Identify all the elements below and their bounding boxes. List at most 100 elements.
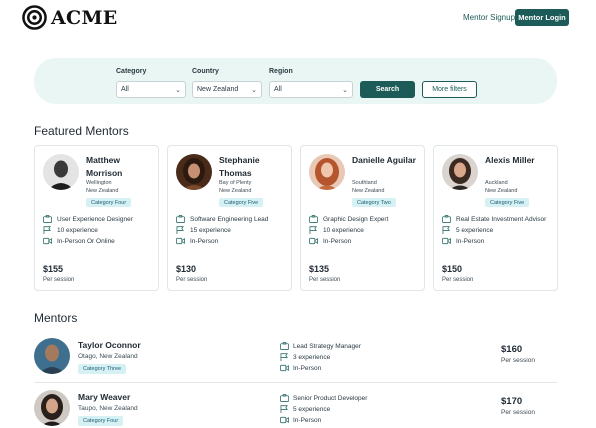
price-unit: Per session [176,277,208,283]
mode-detail: In-Person [309,237,351,245]
country-select[interactable]: New Zealand ⌄ [192,81,262,98]
featured-mentor-card[interactable]: Matthew Morrison Wellington New Zealand … [34,145,159,291]
avatar [309,154,345,190]
avatar [176,154,212,190]
mentor-name: Taylor Oconnor [78,340,141,350]
mode-detail: In-Person [280,416,321,424]
price-unit: Per session [442,277,474,283]
featured-mentor-card[interactable]: Alexis Miller Auckland New Zealand Categ… [433,145,558,291]
mode-detail: In-Person Or Online [43,237,115,245]
chevron-down-icon: ⌄ [175,86,181,94]
category-badge: Category Three [78,364,127,374]
brand-logo[interactable]: ACME [22,5,118,30]
price: $170 [501,396,523,407]
flag-icon [43,226,51,234]
experience-detail: 10 experience [309,226,364,234]
mentor-login-button[interactable]: Mentor Login [515,9,569,26]
category-badge: Category Five [219,198,264,207]
region-select[interactable]: All ⌄ [269,81,353,98]
video-icon [442,237,451,245]
category-label: Category [116,68,147,75]
video-icon [176,237,185,245]
category-badge: Category Two [352,198,396,207]
category-select[interactable]: All ⌄ [116,81,186,98]
country-label: Country [192,68,219,75]
chevron-down-icon: ⌄ [251,86,257,94]
video-icon [280,416,289,424]
region-filter: Region All ⌄ [269,68,353,98]
price: $150 [442,264,463,274]
featured-mentor-card[interactable]: Stephanie Thomas Bay of Plenty New Zeala… [167,145,292,291]
mentor-location: Bay of Plenty New Zealand [219,180,252,194]
avatar [442,154,478,190]
search-button[interactable]: Search [360,81,415,98]
price-unit: Per session [309,277,341,283]
experience-detail: 10 experience [43,226,98,234]
flag-icon [176,226,184,234]
price: $160 [501,344,523,355]
mentor-name: Danielle Aguilar [352,155,416,165]
category-filter: Category All ⌄ [116,68,186,98]
price-unit: Per session [501,409,535,416]
mode-detail: In-Person [176,237,218,245]
featured-mentor-card[interactable]: Danielle Aguilar Southland New Zealand C… [300,145,425,291]
price: $155 [43,264,64,274]
flag-icon [309,226,317,234]
avatar [43,154,79,190]
briefcase-icon [43,215,52,223]
video-icon [43,237,52,245]
briefcase-icon [309,215,318,223]
category-badge: Category Five [485,198,530,207]
more-filters-button[interactable]: More filters [422,81,477,98]
price-unit: Per session [501,357,535,364]
mentor-signup-link[interactable]: Mentor Signup [463,13,515,22]
experience-detail: 5 experience [280,405,330,413]
country-filter: Country New Zealand ⌄ [192,68,262,98]
briefcase-icon [280,394,289,402]
mentors-heading: Mentors [34,311,78,325]
experience-detail: 5 experience [442,226,493,234]
experience-detail: 15 experience [176,226,231,234]
mentor-location: Otago, New Zealand [78,353,138,360]
mode-detail: In-Person [280,364,321,372]
featured-mentors-heading: Featured Mentors [34,124,129,138]
avatar [34,338,70,374]
mentor-location: Wellington New Zealand [86,180,119,194]
role-detail: User Experience Designer [43,215,133,223]
mentor-name: Matthew Morrison [86,155,123,178]
briefcase-icon [176,215,185,223]
video-icon [309,237,318,245]
role-detail: Lead Strategy Manager [280,342,361,350]
briefcase-icon [442,215,451,223]
mentor-location: Southland New Zealand [352,180,385,194]
mentor-location: Taupo, New Zealand [78,405,138,412]
role-detail: Real Estate Investment Advisor [442,215,546,223]
price: $130 [176,264,197,274]
region-value: All [274,86,282,93]
row-divider [34,382,557,383]
role-detail: Software Engineering Lead [176,215,268,223]
mode-detail: In-Person [442,237,484,245]
top-header: ACME Mentor Signup Mentor Login [0,0,596,36]
target-logo-icon [22,5,47,30]
mentor-name: Mary Weaver [78,392,131,402]
category-badge: Category Four [78,416,124,426]
video-icon [280,364,289,372]
mentor-name: Stephanie Thomas [219,155,260,178]
search-filter-panel: Category All ⌄ Country New Zealand ⌄ Reg… [34,58,557,104]
mentor-name: Alexis Miller [485,155,535,165]
briefcase-icon [280,342,289,350]
flag-icon [280,405,288,413]
price: $135 [309,264,330,274]
mentor-location: Auckland New Zealand [485,180,518,194]
flag-icon [280,353,288,361]
experience-detail: 3 experience [280,353,330,361]
chevron-down-icon: ⌄ [342,86,348,94]
mentor-list-row[interactable]: Mary Weaver Taupo, New Zealand Category … [34,390,557,428]
region-label: Region [269,68,293,75]
avatar [34,390,70,426]
country-value: New Zealand [197,86,239,93]
category-badge: Category Four [86,198,132,207]
category-value: All [121,86,129,93]
flag-icon [442,226,450,234]
